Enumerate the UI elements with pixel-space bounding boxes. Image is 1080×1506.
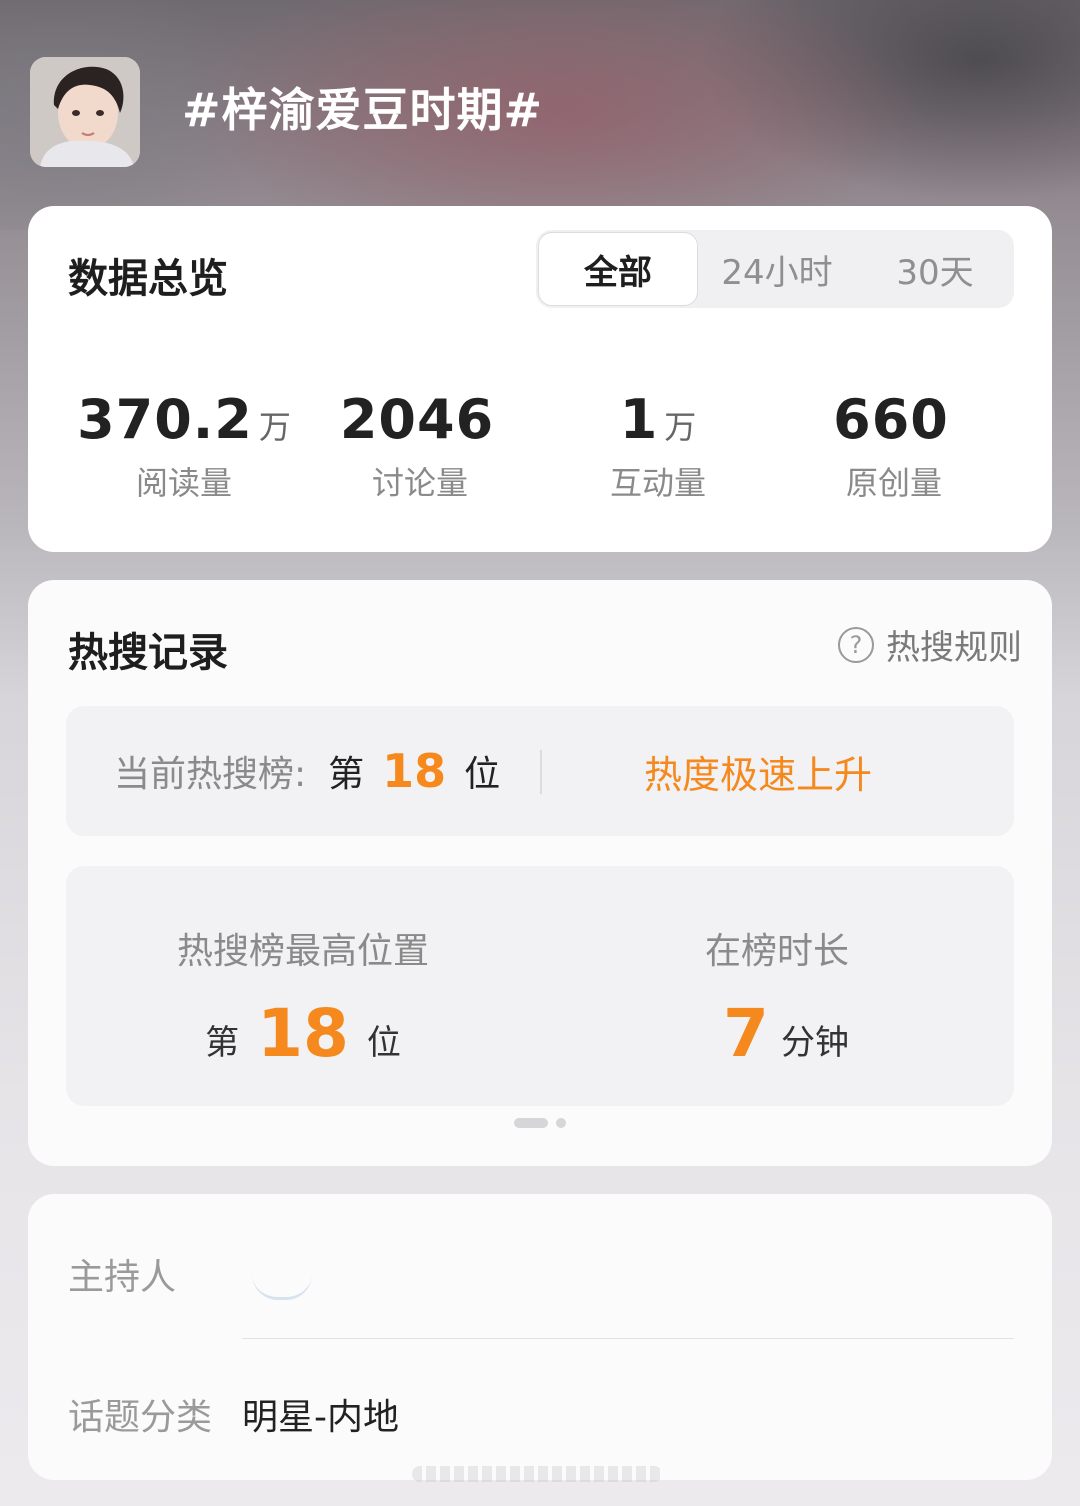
stat-reads: 370.2 万 阅读量 <box>64 388 304 504</box>
stat-value: 370.2 <box>77 388 253 451</box>
avatar[interactable] <box>30 57 140 167</box>
best-rank-prefix: 第 <box>205 1023 240 1063</box>
best-rank-value: 18 <box>257 995 349 1072</box>
topic-title: #梓渝爱豆时期# <box>182 83 544 137</box>
tab-all[interactable]: 全部 <box>538 232 698 306</box>
hot-search-card: 热搜记录 ? 热搜规则 当前热搜榜: 第 18 位 热度极速上升 热搜榜最高位置… <box>28 580 1052 1166</box>
best-rank: 热搜榜最高位置 第 18 位 <box>66 866 540 1074</box>
stat-interactions: 1万 互动量 <box>538 388 778 504</box>
stat-label: 讨论量 <box>371 464 468 502</box>
time-range-tabs: 全部 24小时 30天 <box>536 230 1014 308</box>
avatar-image <box>30 57 140 167</box>
hot-search-summary-box: 热搜榜最高位置 第 18 位 在榜时长 7 分钟 <box>66 866 1014 1106</box>
rules-label: 热搜规则 <box>886 628 1022 668</box>
overview-title: 数据总览 <box>68 256 228 302</box>
host-row: 主持人 <box>68 1248 176 1300</box>
stat-value: 1 <box>619 388 659 451</box>
page-dot-active <box>514 1118 548 1128</box>
stat-discussions: 2046 讨论量 <box>300 388 540 504</box>
hot-search-rules-link[interactable]: ? 热搜规则 <box>838 620 1022 669</box>
duration-label: 在榜时长 <box>704 931 849 972</box>
stat-value: 2046 <box>339 388 495 451</box>
on-list-duration: 在榜时长 7 分钟 <box>540 866 1014 1074</box>
current-rank-label: 当前热搜榜: <box>114 754 307 795</box>
stat-value: 660 <box>833 388 949 451</box>
stats-row: 370.2 万 阅读量 2046 讨论量 1万 互动量 660 原创量 <box>28 388 1052 502</box>
best-rank-suffix: 位 <box>366 1023 401 1063</box>
stat-label: 原创量 <box>845 464 942 502</box>
current-rank-suffix: 位 <box>464 754 501 795</box>
topic-info-card: 主持人 话题分类 明星-内地 <box>28 1194 1052 1480</box>
watermark <box>412 1466 662 1482</box>
current-rank: 当前热搜榜: 第 18 位 <box>114 706 500 836</box>
question-circle-icon: ? <box>838 626 874 663</box>
host-label: 主持人 <box>68 1257 177 1298</box>
category-label: 话题分类 <box>68 1397 213 1438</box>
divider <box>242 1338 1014 1339</box>
best-rank-label: 热搜榜最高位置 <box>176 931 429 972</box>
tab-24h[interactable]: 24小时 <box>698 230 856 308</box>
hot-search-title: 热搜记录 <box>68 630 228 676</box>
current-rank-prefix: 第 <box>328 754 365 795</box>
duration-value: 7 <box>723 995 769 1072</box>
stat-label: 阅读量 <box>135 464 232 502</box>
host-avatar-placeholder[interactable] <box>252 1274 312 1300</box>
overview-card: 数据总览 全部 24小时 30天 370.2 万 阅读量 2046 讨论量 1万 … <box>28 206 1052 552</box>
divider <box>540 750 542 794</box>
category-row: 话题分类 <box>68 1388 212 1440</box>
current-rank-value: 18 <box>382 744 447 798</box>
tab-30d[interactable]: 30天 <box>856 230 1014 308</box>
stat-unit: 万 <box>258 408 291 446</box>
category-value: 明星-内地 <box>242 1397 399 1438</box>
stat-originals: 660 原创量 <box>774 388 1014 504</box>
duration-unit: 分钟 <box>780 1023 849 1063</box>
stat-label: 互动量 <box>609 464 706 502</box>
current-rank-box: 当前热搜榜: 第 18 位 热度极速上升 <box>66 706 1014 836</box>
page-indicator[interactable] <box>514 1118 566 1128</box>
stat-unit: 万 <box>664 408 697 446</box>
page-dot <box>556 1118 566 1128</box>
trend-status: 热度极速上升 <box>644 752 873 797</box>
